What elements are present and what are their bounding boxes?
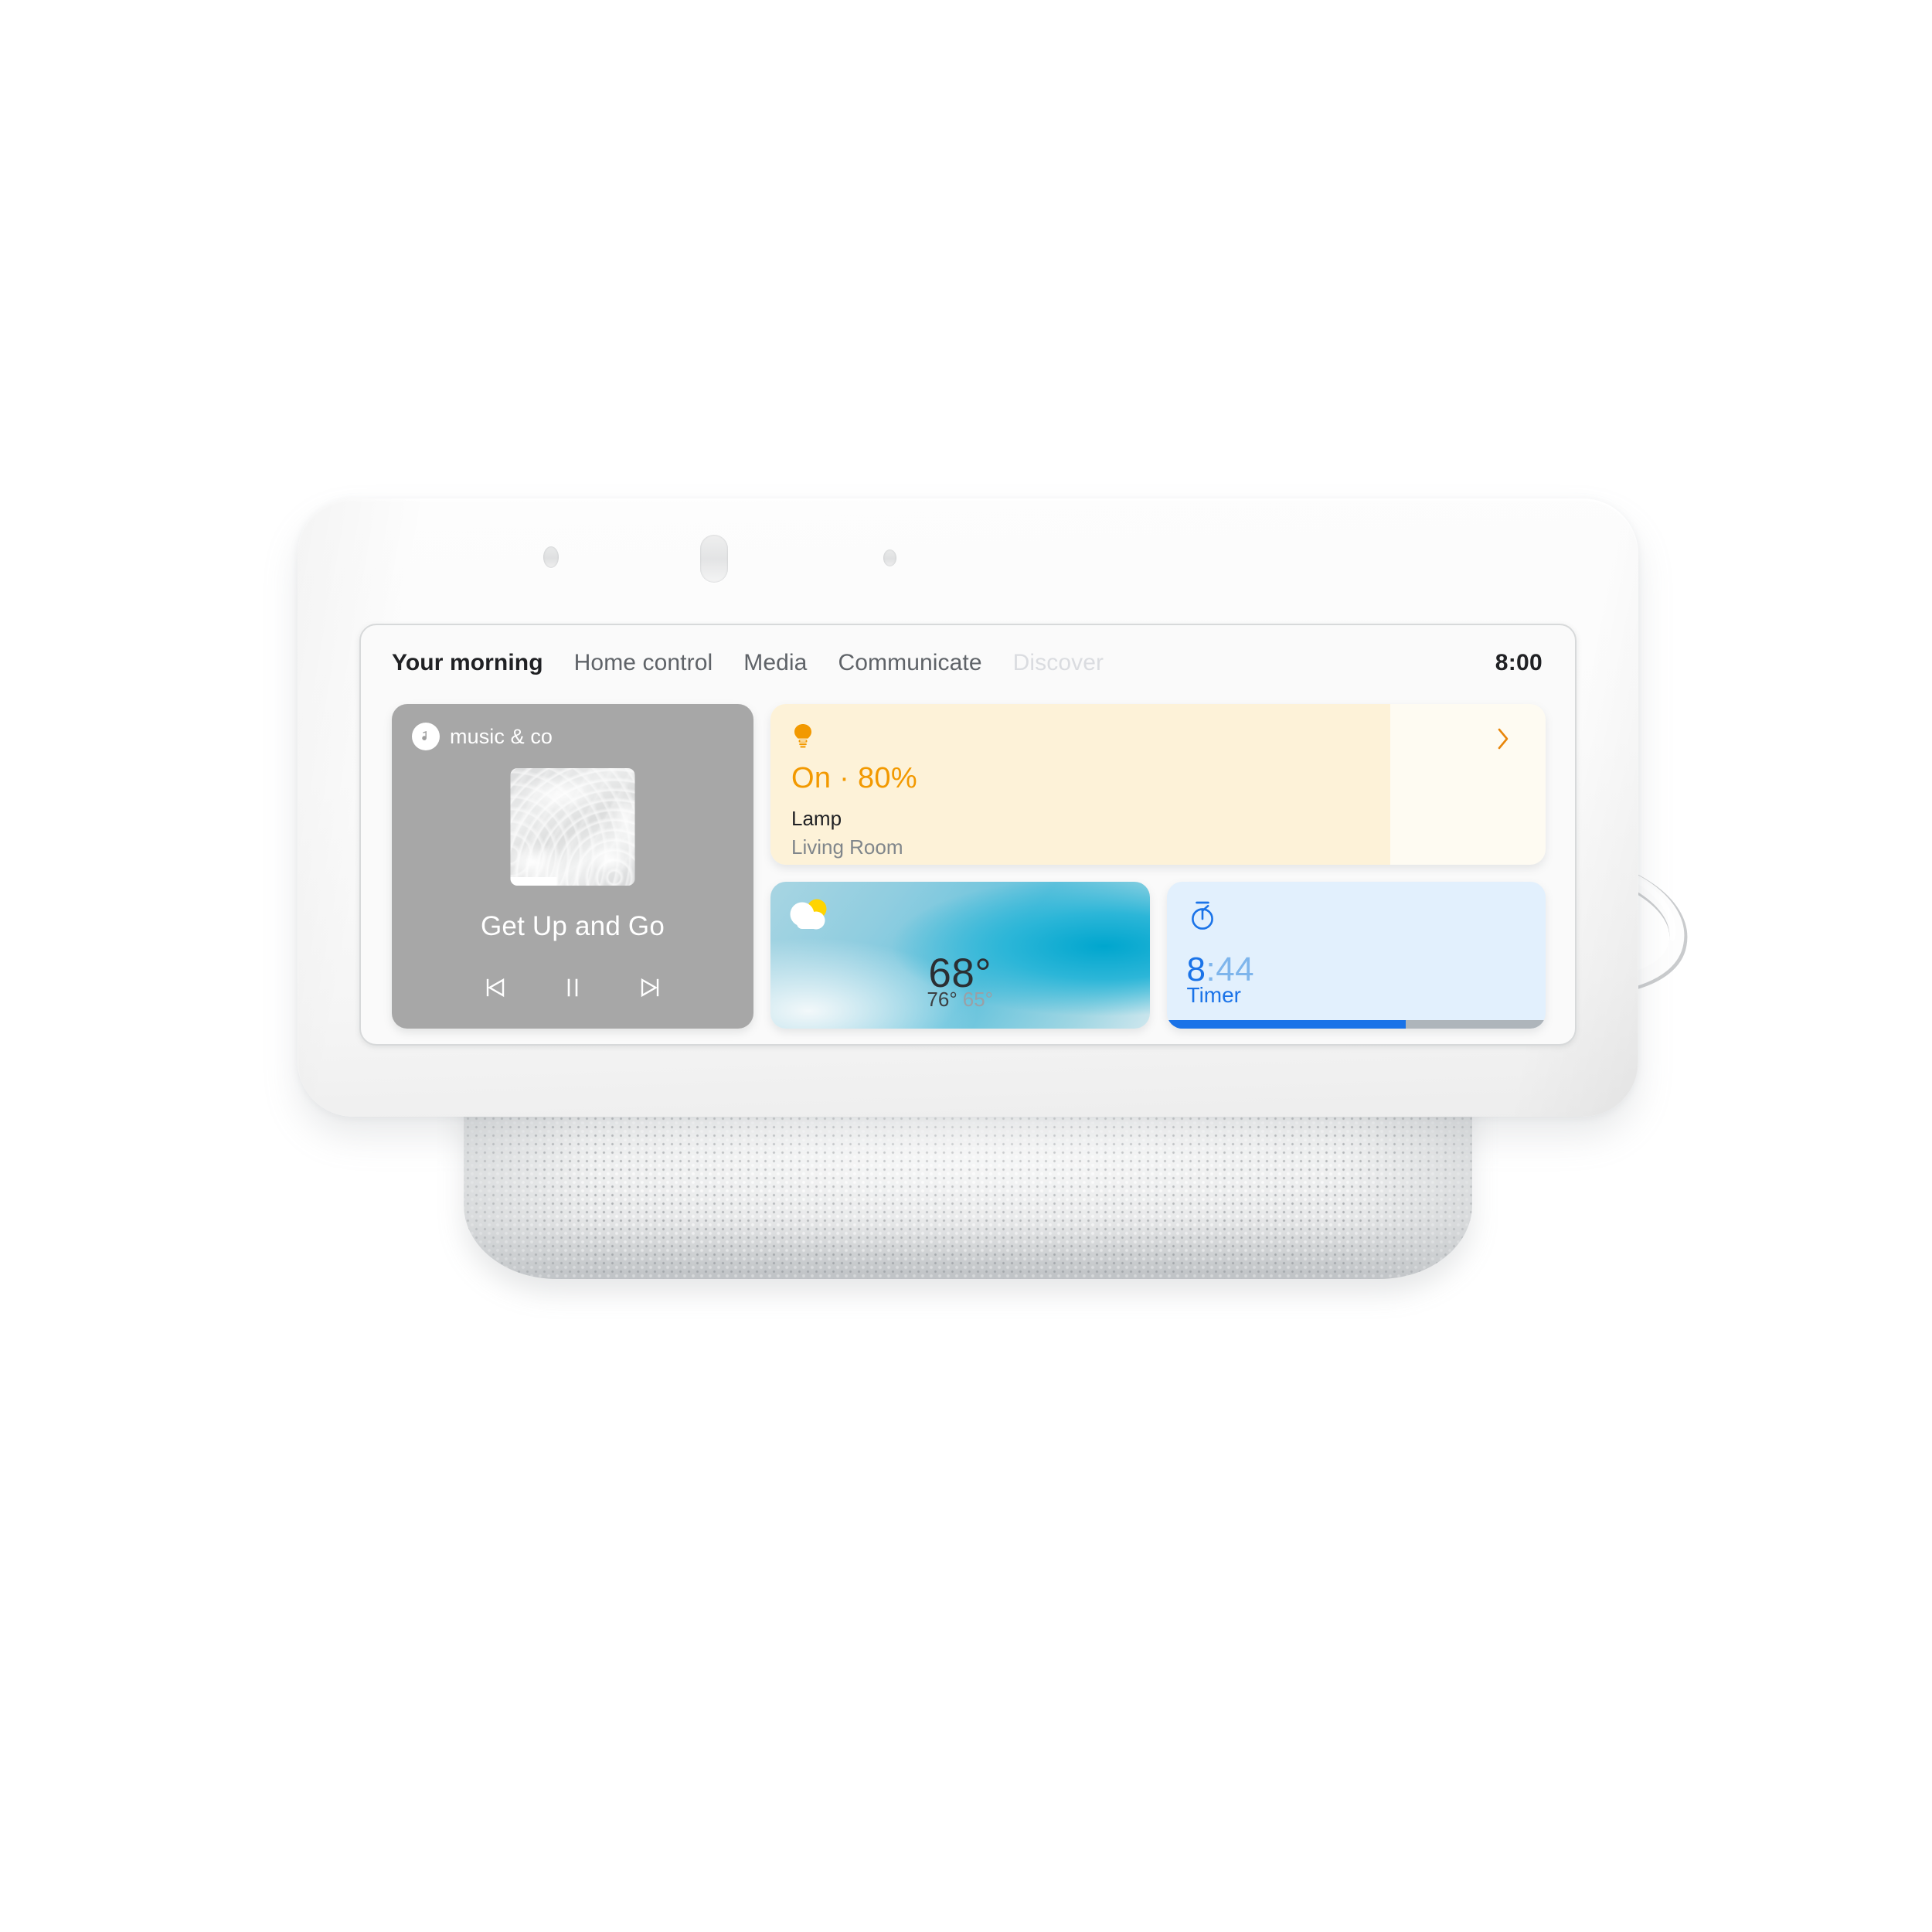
low-temperature: 65° <box>962 988 994 1011</box>
smart-display-device: Your morning Home control Media Communic… <box>298 498 1688 1345</box>
display-screen: Your morning Home control Media Communic… <box>359 624 1577 1046</box>
timer-progress-bar <box>1166 1020 1546 1029</box>
screenshot-canvas: Your morning Home control Media Communic… <box>0 0 1932 1932</box>
partly-cloudy-icon <box>786 896 837 942</box>
track-title: Get Up and Go <box>480 911 665 941</box>
chevron-right-icon[interactable] <box>1495 726 1512 756</box>
lamp-control-card[interactable]: On · 80% Lamp Living Room <box>770 704 1546 865</box>
lightbulb-icon <box>791 723 917 753</box>
screen-content: Your morning Home control Media Communic… <box>361 625 1575 1044</box>
media-source-name: music & co <box>450 724 553 748</box>
music-note-icon <box>412 723 440 750</box>
lamp-content: On · 80% Lamp Living Room <box>791 723 917 857</box>
left-column: music & co Get Up and Go <box>392 704 753 1029</box>
album-art <box>510 768 635 886</box>
timer-value: 8:44 <box>1187 953 1255 987</box>
navigation-bar: Your morning Home control Media Communic… <box>392 651 1546 687</box>
tab-communicate[interactable]: Communicate <box>838 651 981 675</box>
bottom-cards-row: 68° 76° 65° 8:44 Timer <box>770 882 1546 1029</box>
media-player-card[interactable]: music & co Get Up and Go <box>392 704 753 1029</box>
timer-progress-fill <box>1166 1020 1406 1029</box>
pause-icon[interactable] <box>556 971 590 1005</box>
cards-grid: music & co Get Up and Go On · 80% Lamp L… <box>392 704 1546 1029</box>
microphone-slot <box>700 535 728 583</box>
timer-label: Timer <box>1186 983 1242 1007</box>
tab-media[interactable]: Media <box>743 651 807 675</box>
lamp-name: Lamp <box>791 807 842 830</box>
right-column: On · 80% Lamp Living Room 68° 76° 65° 8:… <box>770 704 1546 1029</box>
ambient-light-sensor-left <box>543 546 559 568</box>
weather-card[interactable]: 68° 76° 65° <box>770 882 1150 1029</box>
high-temperature: 76° <box>927 988 957 1011</box>
tab-home-control[interactable]: Home control <box>574 651 713 675</box>
skip-previous-icon[interactable] <box>478 971 512 1005</box>
media-source: music & co <box>412 723 553 750</box>
timer-card[interactable]: 8:44 Timer <box>1166 882 1546 1029</box>
lamp-state: On · 80% <box>791 762 917 794</box>
album-art-corner-tab <box>510 877 557 886</box>
skip-next-icon[interactable] <box>633 971 667 1005</box>
tab-your-morning[interactable]: Your morning <box>392 651 543 675</box>
clock: 8:00 <box>1495 650 1543 675</box>
ambient-light-sensor-right <box>883 549 896 566</box>
transport-controls <box>392 971 753 1005</box>
current-temperature: 68° <box>928 951 992 996</box>
tab-discover[interactable]: Discover <box>1013 651 1104 675</box>
timer-icon <box>1187 899 1218 937</box>
high-low-temperature: 76° 65° <box>770 989 1150 1009</box>
lamp-room: Living Room <box>791 835 903 859</box>
